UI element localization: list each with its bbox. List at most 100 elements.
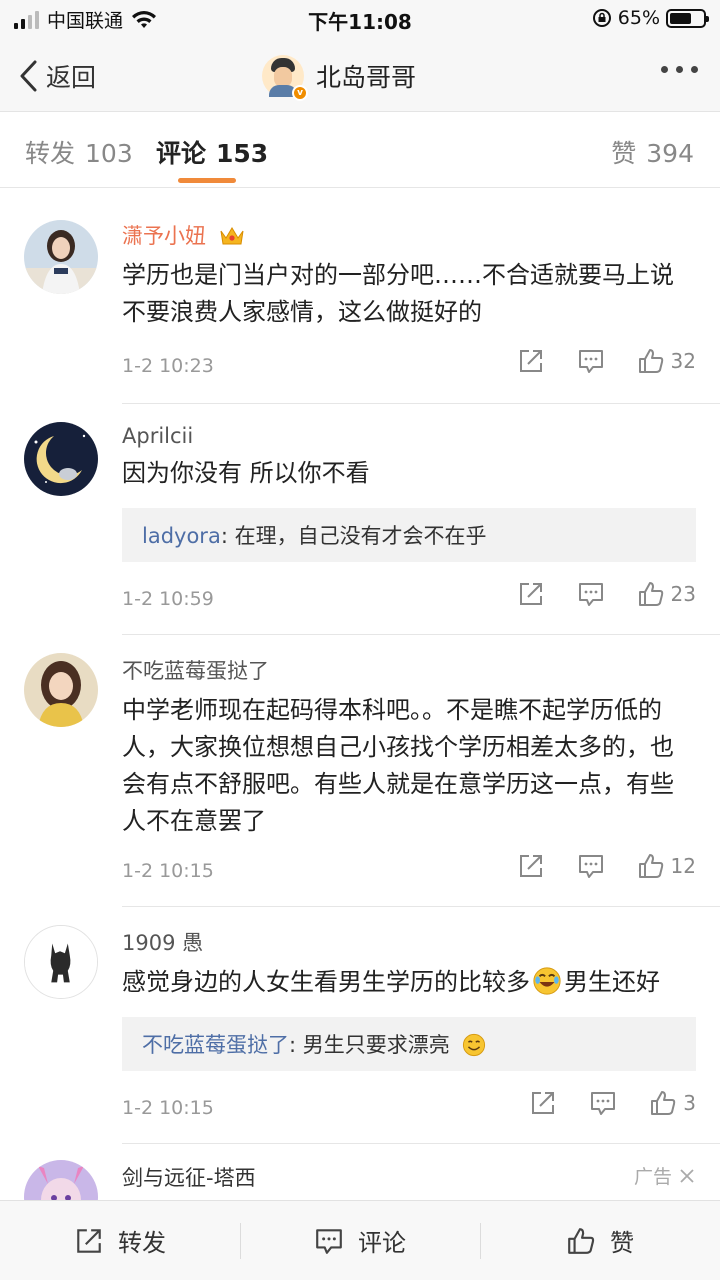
tab-label: 转发 (25, 139, 76, 168)
like-button[interactable]: 赞 (480, 1201, 720, 1280)
comment-author[interactable]: Aprilcii (122, 424, 696, 448)
tab-comment[interactable]: 评论 153 (156, 134, 268, 170)
comment-button[interactable]: 评论 (240, 1201, 480, 1280)
comment-meta: 1-2 10:59 23 (122, 574, 696, 624)
tab-like[interactable]: 赞 394 (611, 134, 694, 170)
active-tab-indicator (178, 178, 236, 183)
like-button[interactable]: 12 (637, 852, 696, 880)
tab-count: 153 (216, 139, 269, 168)
reply-button[interactable] (577, 580, 605, 608)
comment-text: 感觉身边的人女生看男生学历的比较多 男生还好 (122, 967, 660, 996)
avatar[interactable]: v (262, 55, 308, 101)
comment-list: 潇予小妞 学历也是门当户对的一部分吧……不合适就要马上说不要浪费人家感情，这么做… (0, 188, 720, 1200)
reply-preview[interactable]: 不吃蓝莓蛋挞了: 男生只要求漂亮 (122, 1017, 696, 1071)
comment-icon (316, 1228, 342, 1254)
comment-icon (578, 583, 603, 606)
comment-author[interactable]: 潇予小妞 (122, 220, 696, 250)
comment-meta: 1-2 10:15 3 (122, 1083, 696, 1133)
battery-icon (666, 8, 709, 28)
like-count: 32 (670, 349, 696, 373)
reply-author[interactable]: 不吃蓝莓蛋挞了 (142, 1033, 289, 1057)
comment-text: 因为你没有 所以你不看 (122, 459, 370, 487)
comment-text: 学历也是门当户对的一部分吧……不合适就要马上说不要浪费人家感情，这么做挺好的 (122, 261, 674, 326)
avatar[interactable] (24, 1160, 98, 1200)
avatar[interactable] (24, 925, 98, 999)
status-bar: 中国联通 下午11:08 65% (0, 0, 720, 40)
reply-button[interactable] (589, 1089, 617, 1117)
share-button[interactable] (517, 347, 545, 375)
nav-bar: 返回 v 北岛哥哥 (0, 40, 720, 112)
like-button[interactable]: 3 (649, 1089, 696, 1117)
thumbs-up-icon (638, 582, 663, 606)
status-right: 65% (592, 7, 709, 29)
close-icon[interactable] (678, 1167, 696, 1185)
user-avatar-image (24, 1160, 98, 1200)
comment-item: 潇予小妞 学历也是门当户对的一部分吧……不合适就要马上说不要浪费人家感情，这么做… (0, 188, 720, 403)
avatar[interactable] (24, 653, 98, 727)
comment-author[interactable]: 不吃蓝莓蛋挞了 (122, 655, 696, 685)
repost-button[interactable]: 转发 (0, 1201, 240, 1280)
nav-user[interactable]: v 北岛哥哥 (262, 52, 416, 101)
dot-icon (691, 66, 698, 73)
user-avatar-image (25, 926, 97, 998)
verified-badge-icon: v (292, 85, 308, 101)
share-icon (519, 855, 542, 877)
comment-author[interactable]: 1909 愚 (122, 927, 696, 957)
user-avatar-image (24, 220, 98, 294)
dot-icon (676, 66, 683, 73)
reply-text: : 在理，自己没有才会不在乎 (220, 524, 487, 548)
thumbs-up-icon (638, 349, 663, 373)
thumbs-up-icon (568, 1227, 595, 1254)
back-button[interactable]: 返回 (18, 56, 96, 96)
avatar[interactable] (24, 422, 98, 496)
reply-button[interactable] (577, 347, 605, 375)
comment-time: 1-2 10:15 (122, 1097, 214, 1119)
like-count: 23 (670, 582, 696, 606)
ad-label: 广告 (633, 1166, 672, 1188)
reply-button[interactable] (577, 852, 605, 880)
repost-label: 转发 (118, 1229, 166, 1257)
smile-emoji-icon (463, 1033, 486, 1057)
tab-bar: 转发 103 评论 153 赞 394 (0, 112, 720, 188)
vip-crown-icon (220, 227, 244, 245)
like-count: 12 (670, 854, 696, 878)
comment-time: 1-2 10:15 (122, 860, 214, 882)
comment-item: 不吃蓝莓蛋挞了 中学老师现在起码得本科吧。。不是瞧不起学历低的人，大家换位想想自… (0, 635, 720, 906)
like-count: 3 (683, 1091, 696, 1115)
thumbs-up-icon (651, 1091, 676, 1115)
comment-time: 1-2 10:59 (122, 588, 214, 610)
back-label: 返回 (46, 63, 97, 92)
comment-text: 中学老师现在起码得本科吧。。不是瞧不起学历低的人，大家换位想想自己小孩找个学历相… (122, 696, 674, 835)
bottom-action-bar: 转发 评论 赞 (0, 1200, 720, 1280)
comment-meta: 1-2 10:15 12 (122, 846, 696, 896)
comment-actions: 32 (517, 347, 696, 375)
reply-author[interactable]: ladyora (142, 524, 221, 548)
ad-comment-item: 剑与远征-塔西 广告 (0, 1144, 720, 1200)
avatar[interactable] (24, 220, 98, 294)
thumbs-up-icon (638, 854, 663, 878)
reply-preview[interactable]: ladyora: 在理，自己没有才会不在乎 (122, 508, 696, 562)
like-button[interactable]: 32 (637, 347, 696, 375)
comment-author[interactable]: 剑与远征-塔西 (122, 1162, 696, 1192)
ad-tag[interactable]: 广告 (634, 1162, 696, 1189)
share-button[interactable] (517, 580, 545, 608)
tab-label: 赞 (611, 139, 637, 168)
share-icon (532, 1092, 555, 1114)
share-button[interactable] (517, 852, 545, 880)
comment-actions: 12 (517, 852, 696, 880)
tab-label: 评论 (156, 139, 207, 168)
comment-item: 1909 愚 感觉身边的人女生看男生学历的比较多 男生还好 不吃蓝莓蛋挞了: 男生… (0, 907, 720, 1143)
like-button[interactable]: 23 (637, 580, 696, 608)
tab-repost[interactable]: 转发 103 (25, 134, 133, 170)
comment-meta: 1-2 10:23 32 (122, 341, 696, 391)
tab-count: 394 (646, 139, 694, 168)
comment-time: 1-2 10:23 (122, 355, 214, 377)
laugh-cry-emoji-icon (533, 967, 561, 995)
reply-text: : 男生只要求漂亮 (289, 1033, 450, 1057)
user-avatar-image (24, 422, 98, 496)
rotation-lock-icon (592, 9, 611, 27)
comment-actions: 23 (517, 580, 696, 608)
share-button[interactable] (529, 1089, 557, 1117)
share-icon (77, 1228, 101, 1253)
more-button[interactable] (661, 66, 698, 73)
